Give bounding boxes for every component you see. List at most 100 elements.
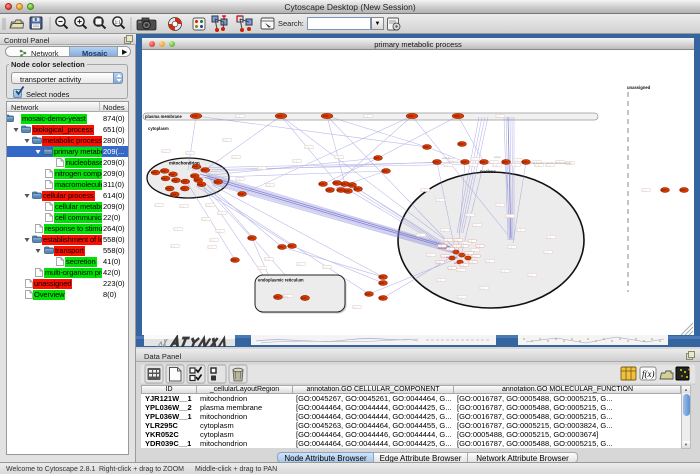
svg-text:[...]: [...] — [417, 235, 420, 237]
svg-text:[...]: [...] — [180, 206, 183, 208]
svg-text:[...]: [...] — [297, 264, 300, 266]
svg-text:####: #### — [341, 183, 347, 186]
svg-text:[...]: [...] — [216, 231, 219, 233]
svg-text:[...]: [...] — [353, 307, 356, 309]
svg-text:[...]: [...] — [496, 205, 499, 207]
svg-text:1:1: 1:1 — [115, 19, 122, 24]
svg-text:[...]: [...] — [512, 165, 515, 167]
svg-text:[...]: [...] — [544, 252, 547, 254]
svg-text:[...]: [...] — [323, 267, 326, 269]
svg-text:####: #### — [238, 193, 244, 196]
svg-text:[...]: [...] — [457, 270, 460, 272]
svg-text:[...]: [...] — [444, 165, 447, 167]
svg-text:####: #### — [161, 170, 167, 173]
svg-text:####: #### — [169, 173, 175, 176]
svg-text:[...]: [...] — [547, 237, 550, 239]
svg-text:[...]: [...] — [473, 225, 476, 227]
svg-text:####: #### — [374, 157, 380, 160]
svg-text:[...]: [...] — [208, 247, 211, 249]
svg-text:[...]: [...] — [155, 205, 158, 207]
svg-text:[...]: [...] — [202, 219, 205, 221]
svg-text:[...]: [...] — [486, 261, 489, 263]
svg-text:[...]: [...] — [535, 165, 538, 167]
svg-text:####: #### — [344, 190, 350, 193]
svg-text:####: #### — [379, 282, 385, 285]
svg-text:[...]: [...] — [506, 216, 509, 218]
svg-text:####: #### — [248, 237, 254, 240]
svg-text:[...]: [...] — [437, 280, 440, 282]
svg-text:####: #### — [171, 193, 177, 196]
svg-text:[...]: [...] — [454, 246, 457, 248]
svg-text:[...]: [...] — [236, 116, 239, 118]
svg-text:[...]: [...] — [471, 159, 474, 161]
svg-text:[...]: [...] — [469, 165, 472, 167]
svg-text:####: #### — [278, 246, 284, 249]
svg-text:[...]: [...] — [284, 296, 287, 298]
svg-text:####: #### — [181, 188, 187, 191]
svg-text:xxxxx: xxxxx — [494, 156, 501, 159]
svg-text:[...]: [...] — [171, 246, 174, 248]
svg-text:[...]: [...] — [232, 157, 235, 159]
svg-text:[...]: [...] — [335, 157, 338, 159]
svg-text:[...]: [...] — [258, 268, 261, 270]
svg-text:####: #### — [379, 297, 385, 300]
svg-text:[...]: [...] — [441, 230, 444, 232]
svg-text:####: #### — [502, 161, 508, 164]
svg-text:####: #### — [181, 181, 187, 184]
svg-text:####: #### — [454, 115, 460, 118]
svg-text:[...]: [...] — [461, 246, 464, 248]
svg-text:[...]: [...] — [258, 168, 261, 170]
svg-text:####: #### — [319, 183, 325, 186]
svg-text:xxxxxx: xxxxxx — [442, 157, 450, 160]
svg-text:[...]: [...] — [466, 253, 469, 255]
svg-text:[...]: [...] — [305, 147, 308, 149]
svg-text:xxxxxxxxxxxxxxxxxxxxxxxxxxxxxx: xxxxxxxxxxxxxxxxxxxxxxxxxxxxxxxx — [530, 162, 572, 165]
svg-text:[...]: [...] — [473, 256, 476, 258]
svg-text:####: #### — [192, 115, 198, 118]
svg-text:[...]: [...] — [223, 140, 226, 142]
svg-text:####: #### — [382, 170, 388, 173]
svg-text:[...]: [...] — [477, 246, 480, 248]
svg-text:[...]: [...] — [469, 241, 472, 243]
svg-text:[...]: [...] — [437, 262, 440, 264]
svg-text:####: #### — [354, 188, 360, 191]
svg-text:####: #### — [333, 182, 339, 185]
svg-text:####: #### — [680, 189, 686, 192]
svg-text:####: #### — [301, 297, 307, 300]
svg-text:cytoplasm: cytoplasm — [148, 126, 169, 131]
svg-text:####: #### — [166, 188, 172, 191]
svg-text:####: #### — [480, 161, 486, 164]
svg-text:####: #### — [214, 181, 220, 184]
svg-text:####: #### — [661, 189, 667, 192]
svg-text:[...]: [...] — [508, 247, 511, 249]
svg-text:[...]: [...] — [449, 268, 452, 270]
svg-text:[...]: [...] — [445, 240, 448, 242]
svg-text:[...]: [...] — [514, 160, 517, 162]
svg-text:####: #### — [198, 183, 204, 186]
svg-text:[...]: [...] — [218, 213, 221, 215]
svg-text:[...]: [...] — [458, 297, 461, 299]
svg-text:[...]: [...] — [528, 275, 531, 277]
svg-text:nucleus: nucleus — [480, 169, 496, 174]
svg-text:[...]: [...] — [206, 205, 209, 207]
svg-text:####: #### — [194, 179, 200, 182]
svg-text:xxxxxx: xxxxxx — [454, 263, 462, 265]
svg-text:####: #### — [191, 175, 197, 178]
svg-text:unassigned: unassigned — [627, 85, 651, 90]
svg-text:[...]: [...] — [436, 200, 439, 202]
svg-text:[...]: [...] — [493, 165, 496, 167]
svg-text:####: #### — [162, 177, 168, 180]
svg-text:[...]: [...] — [427, 255, 430, 257]
svg-text:[...]: [...] — [461, 265, 464, 267]
svg-text:[...]: [...] — [501, 271, 504, 273]
svg-text:f(x): f(x) — [642, 369, 655, 379]
svg-text:[...]: [...] — [546, 165, 549, 167]
svg-text:[...]: [...] — [642, 190, 645, 192]
svg-text:####: #### — [348, 184, 354, 187]
svg-text:####: #### — [277, 115, 283, 118]
svg-text:####: #### — [408, 115, 414, 118]
svg-text:[...]: [...] — [364, 116, 367, 118]
svg-text:[...]: [...] — [466, 215, 469, 217]
svg-text:[...]: [...] — [421, 190, 424, 192]
svg-text:[...]: [...] — [449, 160, 452, 162]
